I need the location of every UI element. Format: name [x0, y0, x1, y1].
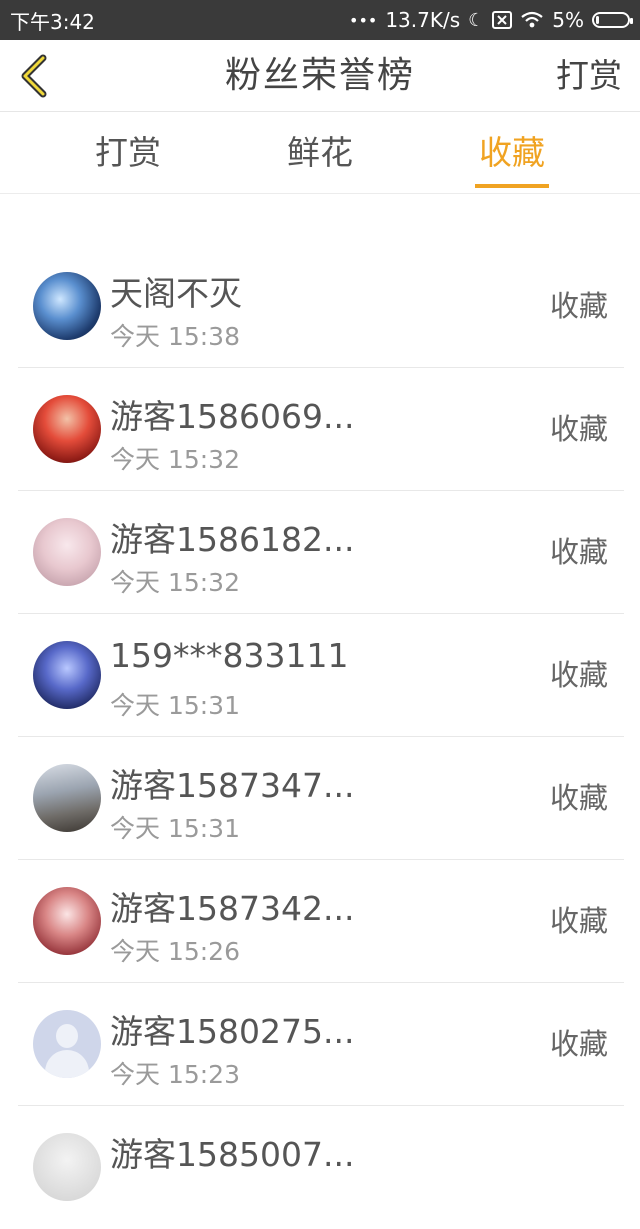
tab-flowers[interactable]: 鲜花 [260, 112, 380, 194]
avatar[interactable] [33, 887, 101, 955]
tab-label: 收藏 [479, 133, 545, 172]
status-bar: 下午3:42 ••• 13.7K/s ☾ 5% [0, 0, 640, 40]
default-avatar-body [45, 1050, 89, 1078]
timestamp: 今天 15:31 [110, 691, 240, 720]
list-item[interactable]: 游客1587347... 今天 15:31 收藏 [18, 737, 624, 860]
network-speed: 13.7K/s [385, 8, 461, 32]
action-label: 收藏 [549, 781, 608, 815]
action-label: 收藏 [549, 658, 608, 692]
moon-icon: ☾ [468, 9, 485, 31]
list-item[interactable]: 游客1586182... 今天 15:32 收藏 [18, 491, 624, 614]
wifi-icon [520, 11, 544, 29]
timestamp: 今天 15:32 [110, 568, 240, 597]
user-name: 天阁不灭 [110, 274, 242, 313]
tab-indicator [475, 184, 549, 188]
chevron-left-icon [21, 54, 47, 98]
tab-reward[interactable]: 打赏 [68, 112, 188, 194]
avatar[interactable] [33, 395, 101, 463]
back-button[interactable] [10, 50, 58, 102]
user-name: 游客1586069... [110, 397, 355, 436]
timestamp: 今天 15:31 [110, 814, 240, 843]
list-item[interactable]: 游客1587342... 今天 15:26 收藏 [18, 860, 624, 983]
user-name: 游客1587342... [110, 889, 355, 928]
timestamp: 今天 15:23 [110, 1060, 240, 1089]
tab-bar: 打赏 鲜花 收藏 [0, 112, 640, 194]
user-name: 游客1580275... [110, 1012, 355, 1051]
list-item[interactable]: 游客1585007... [18, 1106, 624, 1229]
avatar[interactable] [33, 764, 101, 832]
action-label: 收藏 [549, 535, 608, 569]
action-label: 收藏 [549, 412, 608, 446]
reward-action-button[interactable]: 打赏 [556, 40, 622, 112]
timestamp: 今天 15:32 [110, 445, 240, 474]
list-item[interactable]: 天阁不灭 今天 15:38 收藏 [18, 245, 624, 368]
more-dots-icon: ••• [349, 10, 378, 30]
navigation-bar: 粉丝荣誉榜 打赏 [0, 40, 640, 112]
list-item[interactable]: 游客1580275... 今天 15:23 收藏 [18, 983, 624, 1106]
fan-list: 天阁不灭 今天 15:38 收藏 游客1586069... 今天 15:32 收… [18, 245, 624, 1229]
default-avatar-head [56, 1024, 78, 1048]
battery-icon [592, 12, 633, 28]
user-name: 游客1587347... [110, 766, 355, 805]
action-label: 收藏 [549, 289, 608, 323]
avatar[interactable] [33, 1010, 101, 1078]
tab-favorites[interactable]: 收藏 [452, 112, 572, 194]
battery-percent: 5% [552, 8, 584, 32]
user-name: 159***833111 [110, 636, 349, 675]
avatar[interactable] [33, 272, 101, 340]
page-title: 粉丝荣誉榜 [224, 55, 415, 96]
avatar[interactable] [33, 518, 101, 586]
action-label: 收藏 [549, 904, 608, 938]
list-item[interactable]: 159***833111 今天 15:31 收藏 [18, 614, 624, 737]
timestamp: 今天 15:38 [110, 322, 240, 351]
tab-label: 鲜花 [287, 133, 353, 172]
action-label: 收藏 [549, 1027, 608, 1061]
user-name: 游客1586182... [110, 520, 355, 559]
status-indicators: ••• 13.7K/s ☾ 5% [349, 8, 633, 32]
avatar[interactable] [33, 641, 101, 709]
sim-off-icon [492, 11, 513, 29]
list-item[interactable]: 游客1586069... 今天 15:32 收藏 [18, 368, 624, 491]
status-time: 下午3:42 [10, 9, 95, 34]
avatar[interactable] [33, 1133, 101, 1201]
tab-label: 打赏 [95, 133, 161, 172]
timestamp: 今天 15:26 [110, 937, 240, 966]
user-name: 游客1585007... [110, 1135, 355, 1174]
